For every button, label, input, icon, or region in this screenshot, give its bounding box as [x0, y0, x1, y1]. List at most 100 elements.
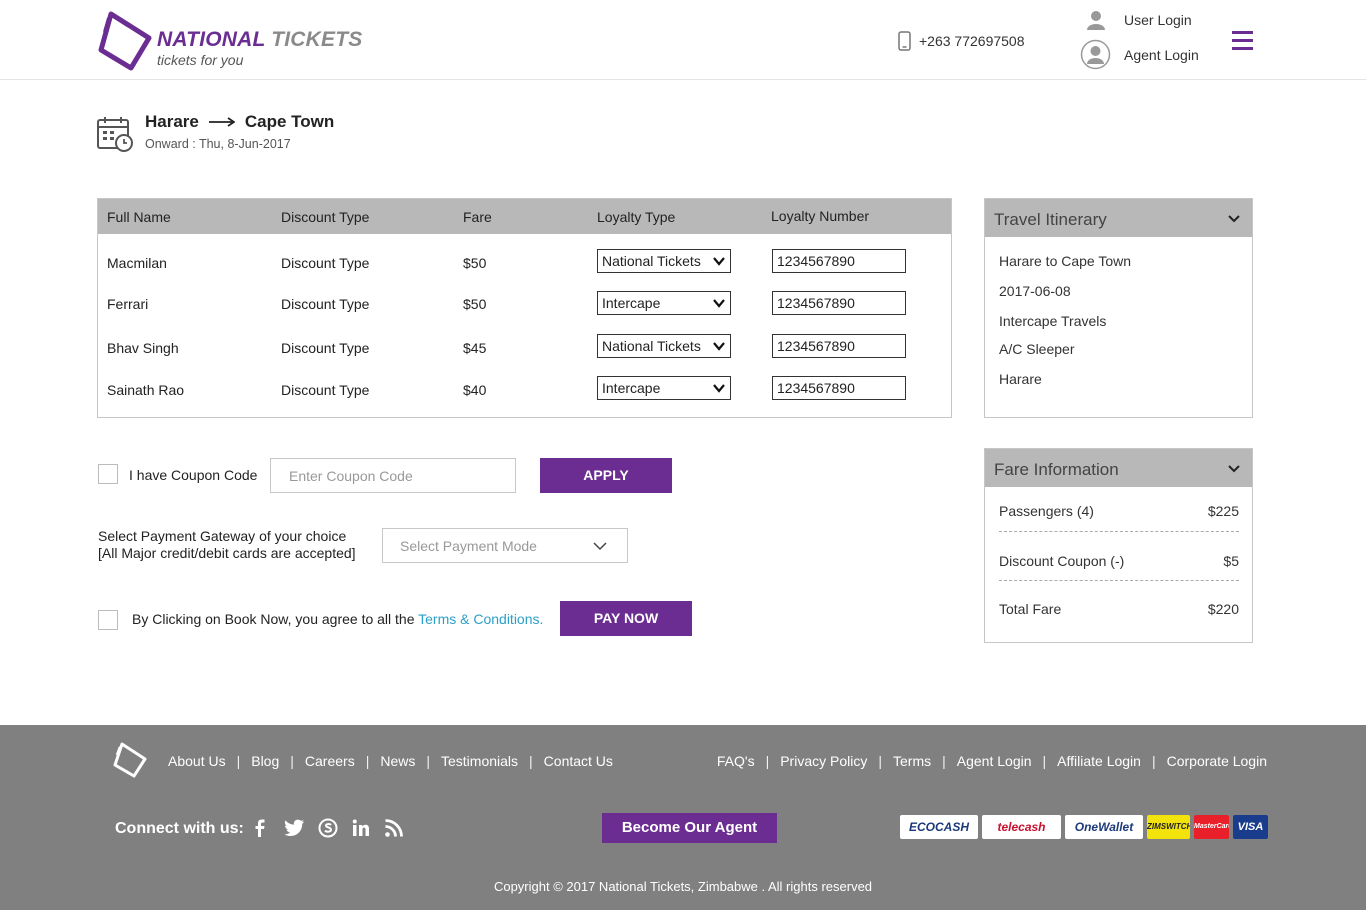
contact-phone: +263 772697508	[898, 31, 1025, 51]
divider: |	[1042, 753, 1047, 769]
apply-button[interactable]: APPLY	[540, 458, 672, 493]
discount-type[interactable]: Discount Type	[281, 340, 369, 356]
fare-information-title: Fare Information	[994, 460, 1119, 479]
become-agent-button[interactable]: Become Our Agent	[602, 813, 777, 843]
onewallet-logo: OneWallet	[1065, 815, 1143, 839]
footer-link-affiliate-login[interactable]: Affiliate Login	[1057, 753, 1141, 769]
footer-link-agent-login[interactable]: Agent Login	[957, 753, 1032, 769]
chevron-down-icon	[593, 542, 607, 551]
fare-amount: $5	[1223, 553, 1239, 569]
chevron-down-icon	[713, 299, 725, 308]
loyalty-type-select[interactable]: Intercape	[597, 376, 731, 400]
footer-link-contact-us[interactable]: Contact Us	[544, 753, 613, 769]
itinerary-date: 2017-06-08	[999, 283, 1071, 299]
loyalty-number-input[interactable]: 1234567890	[772, 376, 906, 400]
divider	[999, 531, 1239, 532]
visa-logo: VISA	[1233, 815, 1268, 839]
footer-link-about-us[interactable]: About Us	[168, 753, 226, 769]
loyalty-type-select[interactable]: Intercape	[597, 291, 731, 315]
loyalty-type-value: Intercape	[602, 295, 661, 311]
fare-information-header[interactable]: Fare Information	[985, 449, 1252, 487]
chevron-down-icon	[713, 257, 725, 266]
user-login-link[interactable]: User Login	[1086, 10, 1192, 30]
loyalty-number-input[interactable]: 1234567890	[772, 291, 906, 315]
footer-link-careers[interactable]: Careers	[305, 753, 355, 769]
fare-label: Discount Coupon (-)	[999, 553, 1125, 569]
coupon-code-input[interactable]: Enter Coupon Code	[270, 458, 516, 493]
divider: |	[426, 753, 430, 769]
column-header-loyalty-number: Loyalty Number	[771, 208, 870, 224]
social-links	[250, 818, 404, 838]
skype-icon[interactable]	[318, 818, 338, 838]
fare-amount: $220	[1207, 601, 1239, 617]
discount-type[interactable]: Discount Type	[281, 255, 369, 271]
discount-type[interactable]: Discount Type	[281, 382, 369, 398]
fare-label: Passengers (4)	[999, 503, 1094, 519]
linkedin-icon[interactable]	[351, 818, 371, 838]
passenger-name: Sainath Rao	[107, 382, 185, 398]
user-login-label: User Login	[1124, 12, 1192, 28]
loyalty-number-input[interactable]: 1234567890	[772, 249, 906, 273]
fare-row-discount: Discount Coupon (-) $5	[999, 553, 1239, 569]
ticket-logo-icon	[98, 11, 152, 71]
passenger-name: Macmilan	[107, 255, 167, 271]
footer-link-blog[interactable]: Blog	[251, 753, 279, 769]
chevron-down-icon	[713, 342, 725, 351]
divider: |	[529, 753, 533, 769]
divider	[999, 580, 1239, 581]
loyalty-number-input[interactable]: 1234567890	[772, 334, 906, 358]
site-footer: About Us | Blog | Careers | News | Testimoni…	[0, 725, 1366, 910]
loyalty-type-value: Intercape	[602, 380, 661, 396]
itinerary-boarding: Harare	[999, 371, 1042, 387]
itinerary-route: Harare to Cape Town	[999, 253, 1132, 269]
footer-link-corporate-login[interactable]: Corporate Login	[1167, 753, 1267, 769]
chevron-down-icon	[1228, 465, 1240, 473]
travel-itinerary-header[interactable]: Travel Itinerary	[985, 199, 1252, 237]
facebook-icon[interactable]	[250, 818, 270, 838]
passenger-name: Bhav Singh	[107, 340, 179, 356]
route-to: Cape Town	[244, 112, 335, 131]
site-logo[interactable]: NATIONAL TICKETS tickets for you	[97, 10, 362, 72]
table-row: Macmilan Discount Type $50 National Tick…	[98, 249, 951, 279]
payment-label-line-2: [All Major credit/debit cards are accept…	[98, 545, 356, 561]
agent-avatar-icon	[1080, 39, 1111, 70]
terms-text: By Clicking on Book Now, you agree to al…	[132, 611, 419, 627]
footer-right-links: FAQ's | Privacy Policy | Terms | Agent Logi…	[717, 753, 1267, 769]
column-header-fare: Fare	[463, 209, 492, 225]
loyalty-type-select[interactable]: National Tickets	[597, 334, 731, 358]
terms-checkbox[interactable]	[98, 610, 118, 630]
passenger-name: Ferrari	[107, 296, 149, 312]
copyright-text: Copyright © 2017 National Tickets, Zimba…	[493, 879, 873, 894]
payment-method-logos: ECOCASH telecash OneWallet ZIMSWITCH Mas…	[900, 815, 1268, 839]
divider: |	[365, 753, 370, 769]
payment-mode-select[interactable]: Select Payment Mode	[382, 528, 628, 563]
agent-login-link[interactable]: Agent Login	[1080, 39, 1199, 70]
hamburger-menu-icon[interactable]	[1232, 31, 1253, 50]
coupon-checkbox[interactable]	[98, 464, 118, 484]
terms-link[interactable]: Terms & Conditions.	[418, 611, 543, 627]
agent-login-label: Agent Login	[1124, 46, 1199, 63]
calendar-clock-icon	[97, 117, 133, 152]
footer-link-news[interactable]: News	[380, 753, 415, 769]
fare-amount: $40	[463, 382, 487, 398]
site-header: NATIONAL TICKETS tickets for you +263 77…	[0, 0, 1366, 80]
coupon-label: I have Coupon Code	[129, 467, 258, 483]
zimswitch-logo: ZIMSWITCH	[1147, 815, 1190, 839]
chevron-down-icon	[1228, 215, 1240, 223]
footer-left-links: About Us | Blog | Careers | News | Testimoni…	[168, 753, 613, 769]
footer-link-faqs[interactable]: FAQ's	[717, 753, 755, 769]
twitter-icon[interactable]	[283, 818, 305, 838]
fare-amount: $50	[463, 296, 487, 312]
footer-link-testimonials[interactable]: Testimonials	[441, 753, 518, 769]
fare-amount: $50	[463, 255, 487, 271]
table-row: Ferrari Discount Type $50 Intercape 1234…	[98, 291, 951, 321]
footer-link-terms[interactable]: Terms	[893, 753, 931, 769]
loyalty-type-select[interactable]: National Tickets	[597, 249, 731, 273]
logo-name-primary: NATIONAL	[157, 28, 266, 51]
logo-tagline: tickets for you	[157, 52, 244, 68]
rss-icon[interactable]	[384, 818, 404, 838]
pay-now-button[interactable]: PAY NOW	[560, 601, 692, 636]
discount-type[interactable]: Discount Type	[281, 296, 369, 312]
ticket-logo-icon[interactable]	[112, 741, 148, 779]
footer-link-privacy-policy[interactable]: Privacy Policy	[780, 753, 867, 769]
